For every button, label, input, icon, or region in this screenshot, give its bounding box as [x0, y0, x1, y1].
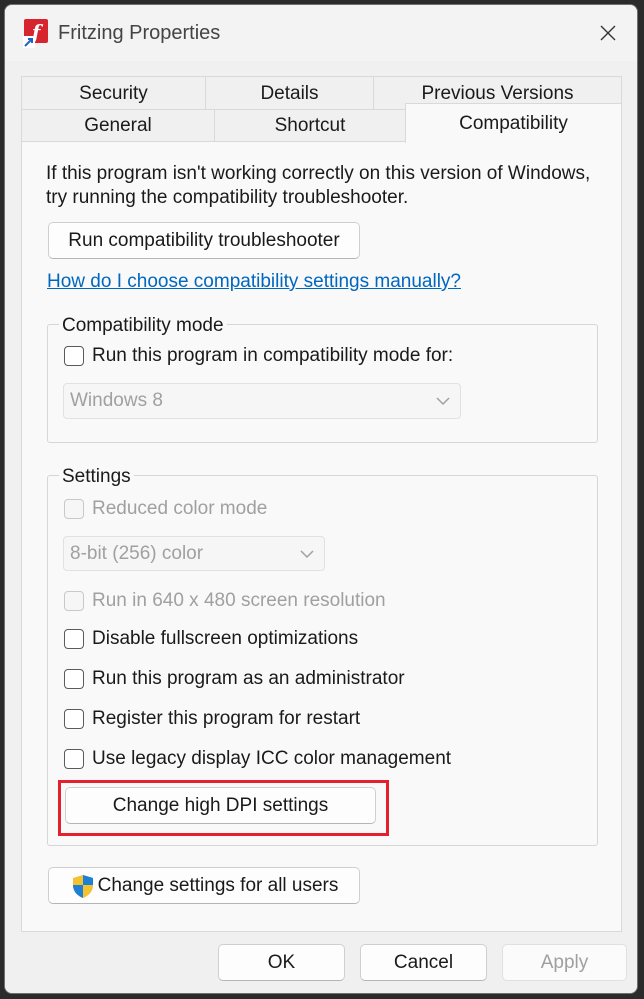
fullscreen-label: Disable fullscreen optimizations — [92, 628, 359, 649]
tab-previous-versions-label: Previous Versions — [421, 82, 574, 104]
tab-details-label: Details — [260, 82, 319, 104]
compat-mode-select[interactable]: Windows 8 — [63, 383, 461, 419]
title-bar: f Fritzing Properties — [5, 5, 637, 61]
admin-label: Run this program as an administrator — [92, 668, 405, 689]
chevron-down-icon — [300, 549, 314, 558]
tab-security[interactable]: Security — [21, 76, 206, 110]
tab-general[interactable]: General — [21, 109, 215, 142]
color-mode-select[interactable]: 8-bit (256) color — [63, 536, 325, 571]
tab-compatibility-label: Compatibility — [459, 112, 568, 134]
reduced-color-label: Reduced color mode — [92, 498, 268, 519]
icc-checkbox[interactable] — [64, 749, 84, 769]
tab-security-label: Security — [79, 82, 148, 104]
reduced-color-row: Reduced color mode — [64, 496, 267, 522]
restart-checkbox[interactable] — [64, 709, 84, 729]
tab-shortcut-label: Shortcut — [274, 115, 346, 136]
run-troubleshooter-button[interactable]: Run compatibility troubleshooter — [48, 222, 360, 259]
compat-mode-checkbox[interactable] — [64, 346, 84, 366]
window-title: Fritzing Properties — [58, 22, 221, 44]
close-button[interactable] — [579, 5, 637, 61]
manual-settings-link[interactable]: How do I choose compatibility settings m… — [47, 270, 461, 294]
compatibility-mode-label: Compatibility mode — [59, 315, 227, 337]
fritzing-app-icon: f — [23, 18, 53, 48]
icc-label: Use legacy display ICC color management — [92, 748, 452, 769]
properties-window: f Fritzing Properties Security Details P… — [4, 4, 638, 994]
restart-row: Register this program for restart — [64, 706, 360, 732]
apply-button[interactable]: Apply — [502, 944, 627, 981]
reduced-color-checkbox[interactable] — [64, 499, 84, 519]
ok-button[interactable]: OK — [218, 944, 345, 981]
tab-shortcut[interactable]: Shortcut — [214, 109, 406, 142]
resolution-label: Run in 640 x 480 screen resolution — [92, 590, 386, 611]
tab-compatibility[interactable]: Compatibility — [405, 103, 622, 143]
tab-details[interactable]: Details — [205, 76, 374, 110]
change-all-users-label: Change settings for all users — [97, 874, 339, 896]
compat-mode-checkbox-row: Run this program in compatibility mode f… — [64, 343, 453, 369]
change-all-users-button[interactable]: Change settings for all users — [48, 867, 360, 904]
icc-row: Use legacy display ICC color management — [64, 746, 451, 772]
chevron-down-icon — [436, 397, 450, 406]
compat-mode-select-value: Windows 8 — [70, 390, 163, 411]
highlight-box — [58, 780, 389, 836]
tab-general-label: General — [84, 115, 152, 136]
admin-checkbox[interactable] — [64, 669, 84, 689]
settings-label: Settings — [59, 466, 134, 488]
close-icon — [600, 25, 616, 41]
restart-label: Register this program for restart — [92, 708, 361, 729]
resolution-checkbox[interactable] — [64, 591, 84, 611]
intro-line-1: If this program isn't working correctly … — [46, 163, 591, 184]
admin-row: Run this program as an administrator — [64, 666, 405, 692]
uac-shield-icon — [72, 874, 93, 898]
cancel-button[interactable]: Cancel — [360, 944, 487, 981]
color-mode-select-value: 8-bit (256) color — [70, 542, 204, 564]
fullscreen-checkbox[interactable] — [64, 629, 84, 649]
fullscreen-row: Disable fullscreen optimizations — [64, 626, 358, 652]
compat-mode-checkbox-label: Run this program in compatibility mode f… — [92, 345, 454, 366]
resolution-row: Run in 640 x 480 screen resolution — [64, 588, 386, 614]
intro-line-2: try running the compatibility troublesho… — [46, 187, 409, 208]
